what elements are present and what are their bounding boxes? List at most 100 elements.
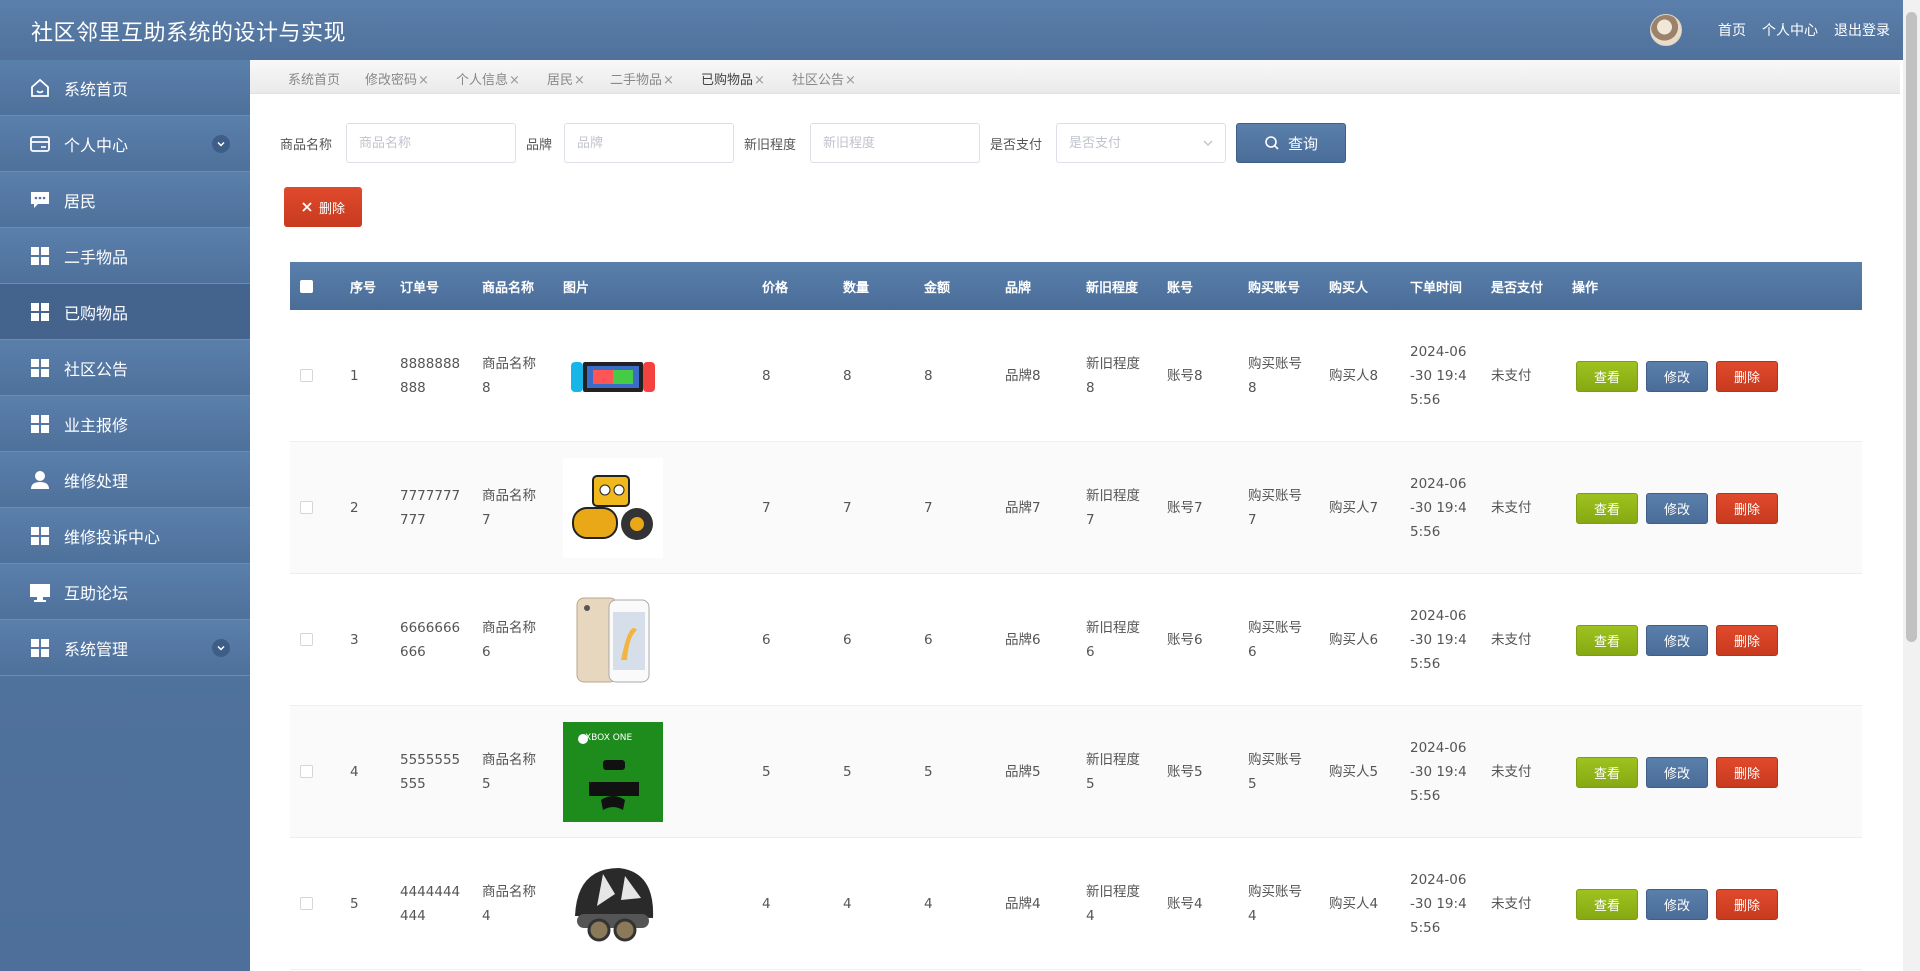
edit-button[interactable]: 修改 bbox=[1646, 889, 1708, 920]
query-button[interactable]: 查询 bbox=[1236, 123, 1346, 163]
row-checkbox[interactable] bbox=[300, 765, 313, 778]
select-all-checkbox[interactable] bbox=[300, 280, 313, 293]
order-number: 4444444 444 bbox=[400, 884, 461, 924]
grid-icon bbox=[28, 412, 52, 436]
tab-announcements[interactable]: 社区公告× bbox=[792, 69, 856, 88]
condition-label: 新旧程度 bbox=[744, 138, 797, 153]
sidebar-item-second-hand[interactable]: 二手物品 bbox=[0, 228, 250, 284]
sidebar-item-forum[interactable]: 互助论坛 bbox=[0, 564, 250, 620]
close-icon[interactable]: × bbox=[509, 73, 520, 88]
sidebar-item-announcements[interactable]: 社区公告 bbox=[0, 340, 250, 396]
profile-link[interactable]: 个人中心 bbox=[1762, 20, 1818, 40]
close-icon[interactable]: × bbox=[574, 73, 585, 88]
chevron-down-icon[interactable] bbox=[212, 135, 230, 153]
close-icon[interactable]: × bbox=[418, 73, 429, 88]
table-row: 2 7777777 777 商品名称 7 7 7 7 品牌7 新旧程度 7 账号7 购买账号 7 购买人7 2… bbox=[290, 442, 1862, 574]
table-row: 4 5555555 555 商品名称 5 XBOX ONE 5 5 5 品牌5 新旧程度 5 账号5 购买… bbox=[290, 706, 1862, 838]
account: 账号6 bbox=[1167, 632, 1203, 648]
tab-second-hand[interactable]: 二手物品× bbox=[610, 69, 674, 88]
quantity: 8 bbox=[843, 368, 852, 384]
product-name-input[interactable] bbox=[346, 123, 516, 163]
xbox-one-photo[interactable]: XBOX ONE bbox=[563, 722, 663, 822]
sidebar-item-home[interactable]: 系统首页 bbox=[0, 60, 250, 116]
close-icon[interactable]: × bbox=[845, 73, 856, 88]
amount: 8 bbox=[924, 368, 933, 384]
view-button[interactable]: 查看 bbox=[1576, 361, 1638, 392]
condition: 新旧程度 4 bbox=[1086, 884, 1140, 924]
delete-button[interactable]: 删除 bbox=[1716, 889, 1778, 920]
helmet-photo[interactable] bbox=[563, 854, 663, 954]
brand-input[interactable] bbox=[564, 123, 734, 163]
delete-button[interactable]: 删除 bbox=[1716, 757, 1778, 788]
column-header: 订单号 bbox=[400, 281, 440, 296]
row-index: 4 bbox=[350, 764, 359, 780]
amount: 7 bbox=[924, 500, 933, 516]
batch-delete-button[interactable]: 删除 bbox=[284, 187, 362, 227]
condition: 新旧程度 8 bbox=[1086, 356, 1140, 396]
view-button[interactable]: 查看 bbox=[1576, 625, 1638, 656]
tab-purchased[interactable]: 已购物品× bbox=[701, 69, 765, 88]
home-link[interactable]: 首页 bbox=[1718, 20, 1746, 40]
payment-status: 未支付 bbox=[1491, 368, 1532, 384]
column-header: 购买账号 bbox=[1248, 281, 1301, 296]
close-icon[interactable]: × bbox=[663, 73, 674, 88]
sidebar-item-complaint-center[interactable]: 维修投诉中心 bbox=[0, 508, 250, 564]
card-icon bbox=[28, 132, 52, 156]
sidebar-item-label: 维修处理 bbox=[64, 471, 129, 491]
top-header: 社区邻里互助系统的设计与实现 首页 个人中心 退出登录 bbox=[0, 0, 1920, 60]
logout-link[interactable]: 退出登录 bbox=[1834, 20, 1890, 40]
smartphone-photo[interactable] bbox=[563, 590, 663, 690]
sidebar-item-system-management[interactable]: 系统管理 bbox=[0, 620, 250, 676]
header-actions: 首页 个人中心 退出登录 bbox=[1650, 14, 1890, 46]
delete-button[interactable]: 删除 bbox=[1716, 625, 1778, 656]
avatar[interactable] bbox=[1650, 14, 1682, 46]
order-number: 5555555 555 bbox=[400, 752, 461, 792]
close-icon[interactable]: × bbox=[754, 73, 765, 88]
account: 账号8 bbox=[1167, 368, 1203, 384]
view-button[interactable]: 查看 bbox=[1576, 757, 1638, 788]
sidebar-item-residents[interactable]: 居民 bbox=[0, 172, 250, 228]
sidebar-item-repair-handling[interactable]: 维修处理 bbox=[0, 452, 250, 508]
view-button[interactable]: 查看 bbox=[1576, 493, 1638, 524]
chevron-down-icon[interactable] bbox=[212, 639, 230, 657]
tab-change-password[interactable]: 修改密码× bbox=[365, 69, 429, 88]
edit-button[interactable]: 修改 bbox=[1646, 757, 1708, 788]
grid-icon bbox=[28, 636, 52, 660]
order-number: 7777777 777 bbox=[400, 488, 461, 528]
row-checkbox[interactable] bbox=[300, 897, 313, 910]
view-button[interactable]: 查看 bbox=[1576, 889, 1638, 920]
edit-button[interactable]: 修改 bbox=[1646, 361, 1708, 392]
brand: 品牌5 bbox=[1005, 764, 1041, 780]
brand: 品牌4 bbox=[1005, 896, 1041, 912]
column-header: 品牌 bbox=[1005, 281, 1032, 296]
sidebar-item-repair-requests[interactable]: 业主报修 bbox=[0, 396, 250, 452]
tab-personal-info[interactable]: 个人信息× bbox=[456, 69, 520, 88]
row-checkbox[interactable] bbox=[300, 501, 313, 514]
order-time: 2024-06 -30 19:4 5:56 bbox=[1410, 608, 1467, 672]
delete-button[interactable]: 删除 bbox=[1716, 493, 1778, 524]
row-checkbox[interactable] bbox=[300, 633, 313, 646]
edit-button[interactable]: 修改 bbox=[1646, 625, 1708, 656]
edit-button[interactable]: 修改 bbox=[1646, 493, 1708, 524]
scrollbar-thumb[interactable] bbox=[1906, 12, 1917, 642]
game-console-photo[interactable] bbox=[563, 326, 663, 426]
product-name: 商品名称 7 bbox=[482, 488, 536, 528]
road-roller-toy-photo[interactable] bbox=[563, 458, 663, 558]
row-index: 3 bbox=[350, 632, 359, 648]
tab-residents[interactable]: 居民× bbox=[547, 69, 585, 88]
app-title: 社区邻里互助系统的设计与实现 bbox=[31, 21, 347, 46]
sidebar-item-personal-center[interactable]: 个人中心 bbox=[0, 116, 250, 172]
buyer: 购买人4 bbox=[1329, 896, 1379, 912]
buyer-account: 购买账号 7 bbox=[1248, 488, 1302, 528]
row-checkbox[interactable] bbox=[300, 369, 313, 382]
brand: 品牌6 bbox=[1005, 632, 1041, 648]
table-row: 1 8888888 888 商品名称 8 8 8 8 品牌8 新旧程度 8 账号8 购买账号 8 购买人8 2… bbox=[290, 310, 1862, 442]
delete-button[interactable]: 删除 bbox=[1716, 361, 1778, 392]
sidebar-item-label: 维修投诉中心 bbox=[64, 527, 161, 547]
sidebar-item-purchased[interactable]: 已购物品 bbox=[0, 284, 250, 340]
paid-select[interactable] bbox=[1056, 123, 1226, 163]
tab-home[interactable]: 系统首页 bbox=[288, 69, 340, 88]
condition-input[interactable] bbox=[810, 123, 980, 163]
sidebar-item-label: 业主报修 bbox=[64, 415, 129, 435]
brand: 品牌8 bbox=[1005, 368, 1041, 384]
